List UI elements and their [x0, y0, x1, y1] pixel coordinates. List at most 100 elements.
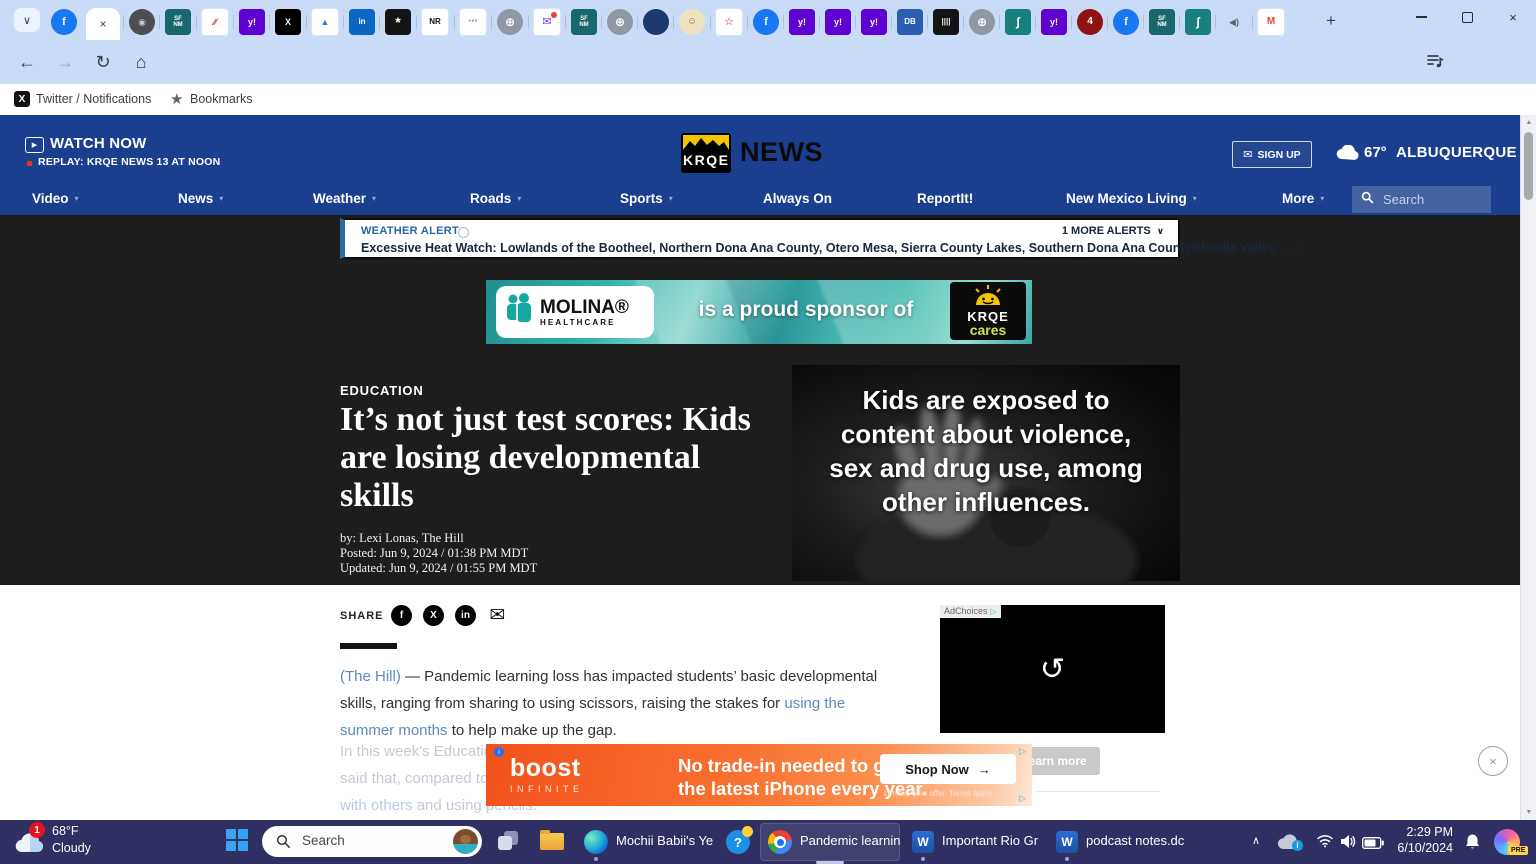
pinned-tab-dots[interactable]: ⋯: [459, 8, 487, 36]
word-app-icon[interactable]: W: [912, 831, 934, 853]
battery-icon[interactable]: [1362, 836, 1384, 854]
close-ad-button[interactable]: ×: [1478, 746, 1508, 776]
word1-window-label[interactable]: Important Rio Gr: [942, 833, 1038, 848]
scroll-up-arrow[interactable]: ▲: [1521, 119, 1536, 126]
pinned-tab-mountain[interactable]: ▲: [311, 8, 339, 36]
ad-badge-icon[interactable]: i: [494, 747, 504, 757]
pinned-tab-sfnm-3[interactable]: SF NM: [1149, 9, 1175, 35]
weather-alert-banner[interactable]: WEATHER ALERT 1 MORE ALERTS ∨ Excessive …: [340, 218, 1180, 259]
active-tab[interactable]: ×: [86, 8, 120, 40]
media-queue-icon[interactable]: [1426, 52, 1444, 75]
tray-chevron-icon[interactable]: ∧: [1252, 834, 1260, 847]
refresh-button[interactable]: ↻: [86, 40, 120, 84]
word-app-icon[interactable]: W: [1056, 831, 1078, 853]
maximize-button[interactable]: [1444, 0, 1490, 34]
minimize-button[interactable]: [1398, 0, 1444, 34]
nav-item-always-on[interactable]: Always On: [763, 191, 832, 206]
pinned-tab-x-tab[interactable]: X: [275, 9, 301, 35]
share-facebook-button[interactable]: f: [391, 605, 412, 626]
close-tab-icon[interactable]: ×: [99, 17, 106, 31]
tab-search-button[interactable]: ∨: [14, 8, 40, 32]
adchoices-icon[interactable]: ▷: [1019, 746, 1026, 757]
word2-window-label[interactable]: podcast notes.dc: [1086, 833, 1184, 848]
edge-app-icon[interactable]: [584, 830, 608, 854]
pinned-tab-mail[interactable]: ✉: [533, 8, 561, 36]
notification-bell-icon[interactable]: [1464, 833, 1481, 855]
pinned-tab-river-1[interactable]: ʃ: [1005, 9, 1031, 35]
help-app-icon[interactable]: ?: [726, 830, 750, 854]
video-ad-player[interactable]: AdChoices ▷ ↺: [940, 605, 1165, 733]
replay-icon[interactable]: ↺: [940, 605, 1165, 733]
pinned-tab-journal[interactable]: ∕∕: [201, 8, 229, 36]
pinned-tab-bell-tab[interactable]: [643, 9, 669, 35]
nav-item-news[interactable]: News▾: [178, 191, 223, 206]
krqe-logo[interactable]: KRQE: [681, 133, 731, 173]
new-tab-button[interactable]: +: [1318, 8, 1344, 34]
adchoices-icon[interactable]: ▷: [1019, 793, 1026, 804]
taskbar-temperature[interactable]: 68°F: [52, 824, 79, 838]
with-others-link[interactable]: with others: [340, 797, 413, 814]
pinned-tab-yahoo-3[interactable]: y!: [825, 9, 851, 35]
site-search-box[interactable]: [1352, 186, 1491, 213]
start-button[interactable]: [226, 829, 248, 856]
pinned-tab-sfnm-1[interactable]: SF NM: [165, 9, 191, 35]
pinned-tab-red-4[interactable]: 4: [1077, 9, 1103, 35]
share-linkedin-button[interactable]: in: [455, 605, 476, 626]
pinned-tab-facebook-2[interactable]: f: [753, 9, 779, 35]
nav-item-new-mexico-living[interactable]: New Mexico Living▾: [1066, 191, 1197, 206]
file-explorer-button[interactable]: [540, 833, 564, 850]
pinned-tab-tab-audio[interactable]: ◀): [1221, 9, 1247, 35]
share-x-button[interactable]: X: [423, 605, 444, 626]
chrome-app-icon[interactable]: [768, 830, 792, 854]
pinned-tab-linkedin[interactable]: in: [349, 9, 375, 35]
nav-item-video[interactable]: Video▾: [32, 191, 79, 206]
nav-item-more[interactable]: More▾: [1282, 191, 1324, 206]
scrollbar-thumb[interactable]: [1524, 132, 1533, 200]
the-hill-link[interactable]: (The Hill): [340, 668, 401, 685]
edge-window-label[interactable]: Mochii Babii's Ye: [616, 833, 713, 848]
bookmark-bookmarks[interactable]: Bookmarks: [190, 92, 253, 106]
nav-item-sports[interactable]: Sports▾: [620, 191, 673, 206]
task-view-button[interactable]: [498, 831, 520, 853]
header-temperature[interactable]: 67°: [1364, 144, 1387, 161]
pinned-tab-red-star[interactable]: ☆: [715, 8, 743, 36]
bookmark-twitter[interactable]: Twitter / Notifications: [36, 92, 151, 106]
pinned-tab-yahoo-5[interactable]: y!: [1041, 9, 1067, 35]
speaker-icon[interactable]: [1340, 834, 1357, 854]
pinned-tab-river-2[interactable]: ʃ: [1185, 9, 1211, 35]
nav-item-weather[interactable]: Weather▾: [313, 191, 376, 206]
header-city[interactable]: ALBUQUERQUE: [1396, 144, 1517, 161]
pinned-tab-nr[interactable]: NR: [421, 8, 449, 36]
close-window-button[interactable]: ×: [1490, 0, 1536, 34]
pinned-tab-db[interactable]: DB: [897, 9, 923, 35]
boost-ad-banner[interactable]: i boost INFINITE No trade-in needed to g…: [486, 744, 1032, 806]
x-logo-icon[interactable]: X: [14, 91, 30, 107]
pinned-tab-barcode[interactable]: ||||: [933, 9, 959, 35]
pinned-tab-sparkle[interactable]: *: [385, 9, 411, 35]
pinned-tab-sfnm-2[interactable]: SF NM: [571, 9, 597, 35]
taskbar-search[interactable]: [262, 826, 482, 857]
watch-now-link[interactable]: WATCH NOW: [50, 135, 147, 152]
scroll-down-arrow[interactable]: ▼: [1521, 809, 1536, 816]
sign-up-button[interactable]: ✉ SIGN UP: [1232, 141, 1312, 168]
pinned-tab-facebook-1[interactable]: f: [51, 9, 77, 35]
pinned-tab-yahoo-4[interactable]: y!: [861, 9, 887, 35]
nav-item-roads[interactable]: Roads▾: [470, 191, 521, 206]
back-button[interactable]: ←: [10, 40, 44, 84]
taskbar-condition[interactable]: Cloudy: [52, 841, 91, 855]
bookmark-star-icon[interactable]: ★: [170, 90, 183, 108]
article-category[interactable]: EDUCATION: [340, 383, 424, 398]
pinned-tab-globe-2[interactable]: ⊕: [607, 9, 633, 35]
taskbar-search-input[interactable]: [300, 832, 434, 849]
pinned-tab-globe-3[interactable]: ⊕: [969, 9, 995, 35]
pinned-tab-facebook-3[interactable]: f: [1113, 9, 1139, 35]
page-scrollbar[interactable]: ▲ ▼: [1520, 115, 1536, 820]
alert-text[interactable]: Excessive Heat Watch: Lowlands of the Bo…: [361, 241, 1302, 255]
replay-link[interactable]: REPLAY: KRQE NEWS 13 AT NOON: [38, 156, 220, 168]
pinned-tab-yahoo-1[interactable]: y!: [239, 9, 265, 35]
share-email-button[interactable]: ✉: [487, 605, 508, 626]
pinned-tab-gmail[interactable]: M: [1257, 8, 1285, 36]
search-highlight-avatar[interactable]: [453, 829, 478, 854]
site-search-input[interactable]: [1381, 191, 1480, 208]
sponsor-ad-banner[interactable]: MOLINA® HEALTHCARE is a proud sponsor of…: [486, 280, 1032, 344]
